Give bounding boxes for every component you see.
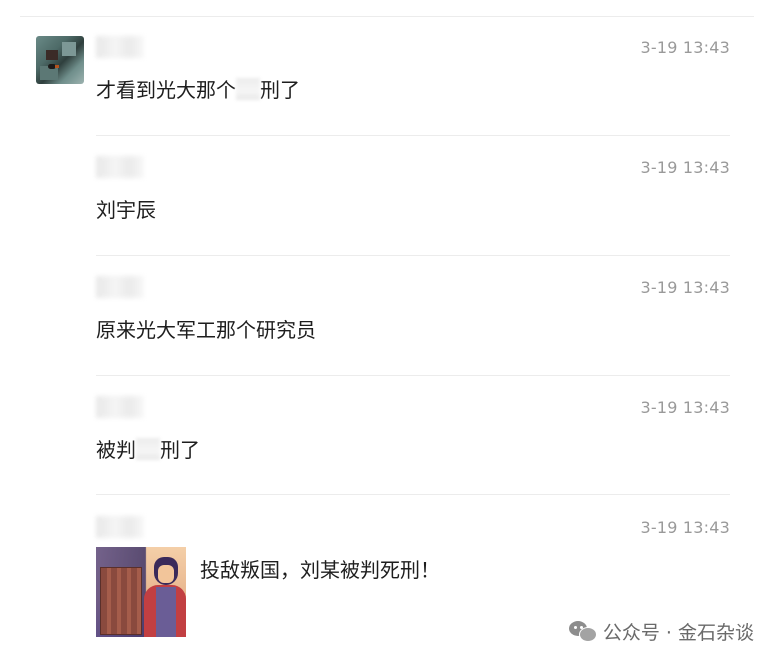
message-item: 3-19 13:43 原来光大军工那个研究员 (96, 276, 730, 376)
sender-name-blurred (96, 276, 144, 298)
sender-name-blurred (96, 396, 144, 418)
message-text-part: 刑了 (260, 78, 300, 102)
sender-name-blurred (96, 156, 144, 178)
message-divider (96, 375, 730, 376)
message-divider (96, 135, 730, 136)
message-item: 3-19 13:43 刘宇辰 (96, 156, 730, 256)
wechat-icon (568, 620, 597, 643)
sender-name-blurred (96, 516, 144, 538)
message-item: 3-19 13:43 被判 刑了 (96, 396, 730, 496)
redacted-blur (236, 78, 260, 100)
message-time: 3-19 13:43 (640, 518, 730, 537)
watermark: 公众号 · 金石杂谈 (568, 618, 754, 645)
message-text[interactable]: 原来光大军工那个研究员 (96, 314, 316, 343)
message-time: 3-19 13:43 (640, 398, 730, 417)
shared-article-title[interactable]: 投敌叛国，刘某被判死刑！ (200, 554, 440, 583)
message-time: 3-19 13:43 (640, 158, 730, 177)
message-text[interactable]: 刘宇辰 (96, 194, 156, 223)
message-item: 3-19 13:43 才看到光大那个 刑了 (96, 36, 730, 136)
message-text-part: 刑了 (160, 438, 200, 462)
sender-name-blurred (96, 36, 144, 58)
message-divider (96, 494, 730, 495)
message-time: 3-19 13:43 (640, 278, 730, 297)
message-text[interactable]: 才看到光大那个 刑了 (96, 74, 300, 103)
message-divider (96, 255, 730, 256)
watermark-text: 公众号 · 金石杂谈 (602, 622, 754, 644)
shared-article-thumbnail[interactable] (96, 547, 186, 637)
message-text-part: 才看到光大那个 (96, 78, 236, 102)
message-text[interactable]: 被判 刑了 (96, 434, 200, 463)
top-divider (20, 16, 754, 17)
user-avatar[interactable] (36, 36, 84, 84)
message-time: 3-19 13:43 (640, 38, 730, 57)
redacted-blur (136, 438, 160, 460)
message-text-part: 被判 (96, 438, 136, 462)
